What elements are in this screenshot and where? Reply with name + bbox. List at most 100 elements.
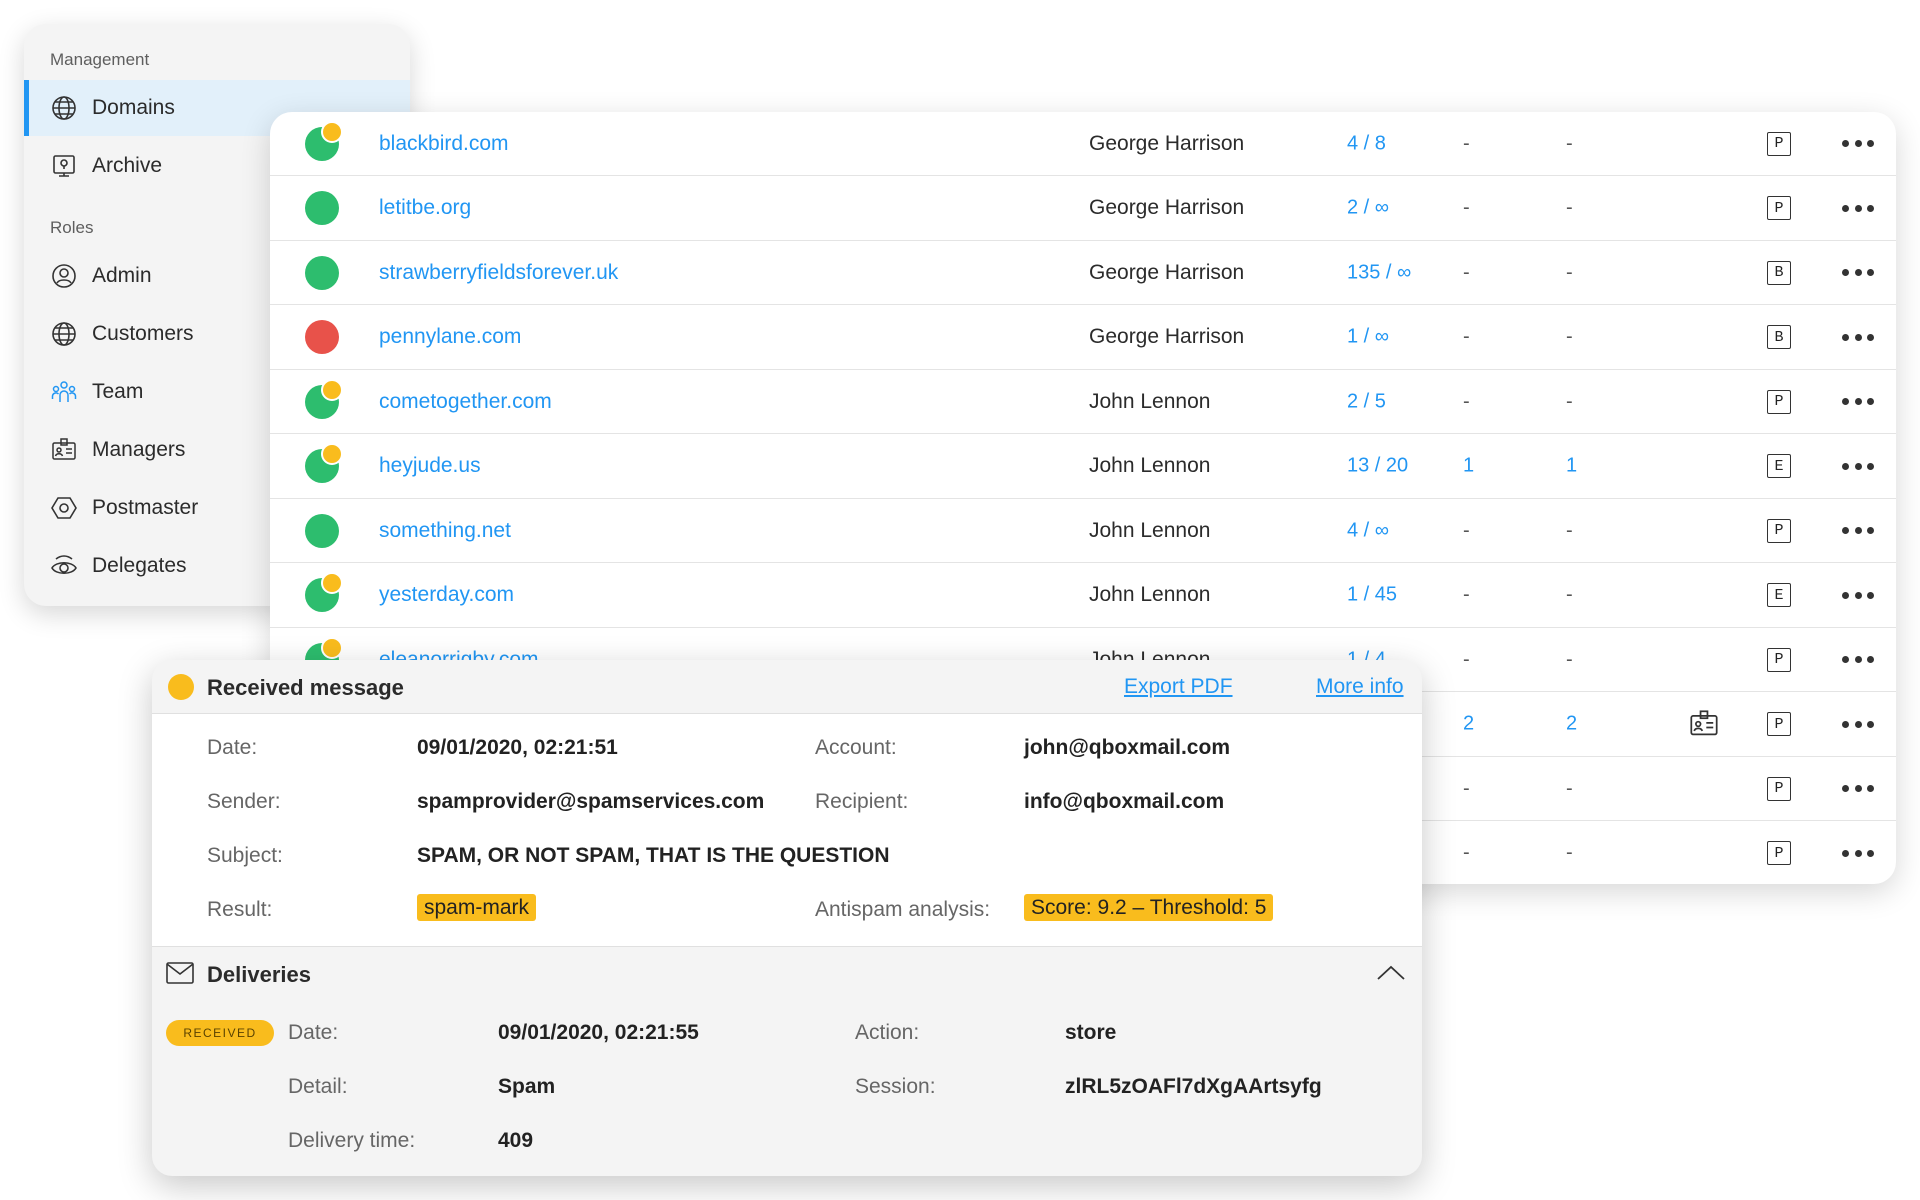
count-cell[interactable]: 2 — [1463, 713, 1474, 736]
sidebar-item-label: Postmaster — [92, 496, 198, 520]
table-row[interactable]: blackbird.comGeorge Harrison4 / 8--P — [270, 112, 1896, 176]
more-options-icon[interactable] — [1842, 782, 1874, 796]
warning-badge — [321, 572, 343, 594]
count-cell[interactable]: 2 — [1566, 713, 1577, 736]
domain-link[interactable]: blackbird.com — [379, 132, 509, 156]
count-cell: - — [1463, 584, 1470, 607]
more-options-icon[interactable] — [1842, 459, 1874, 473]
recipient-value: info@qboxmail.com — [1024, 790, 1224, 814]
status-indicator — [305, 514, 339, 548]
domain-link[interactable]: heyjude.us — [379, 454, 481, 478]
more-options-icon[interactable] — [1842, 395, 1874, 409]
more-dot — [1855, 463, 1862, 470]
warning-badge — [321, 637, 343, 659]
status-dot — [168, 674, 194, 700]
more-info-link[interactable]: More info — [1316, 675, 1404, 699]
table-row[interactable]: yesterday.comJohn Lennon1 / 45--E — [270, 564, 1896, 628]
domain-link[interactable]: pennylane.com — [379, 325, 521, 349]
received-message-panel: Received message Export PDF More info Da… — [152, 660, 1422, 1176]
status-indicator — [305, 320, 339, 354]
count-cell: - — [1463, 648, 1470, 671]
mailbox-quota[interactable]: 135 / ∞ — [1347, 261, 1411, 284]
more-dot — [1855, 205, 1862, 212]
table-row[interactable]: heyjude.usJohn Lennon13 / 2011E — [270, 435, 1896, 499]
more-dot — [1867, 592, 1874, 599]
delivery-date-value: 09/01/2020, 02:21:55 — [498, 1021, 699, 1045]
mailbox-quota[interactable]: 13 / 20 — [1347, 455, 1408, 478]
message-title: Received message — [207, 675, 404, 701]
table-row[interactable]: cometogether.comJohn Lennon2 / 5--P — [270, 370, 1896, 434]
delivery-time-value: 409 — [498, 1129, 533, 1153]
more-dot — [1867, 334, 1874, 341]
more-options-icon[interactable] — [1842, 201, 1874, 215]
table-row[interactable]: something.netJohn Lennon4 / ∞--P — [270, 499, 1896, 563]
session-value: zlRL5zOAFl7dXgAArtsyfg — [1065, 1075, 1322, 1099]
domain-link[interactable]: something.net — [379, 519, 511, 543]
count-cell: - — [1566, 519, 1573, 542]
sender-label: Sender: — [207, 790, 281, 814]
count-cell: - — [1463, 326, 1470, 349]
globe-icon — [50, 94, 78, 122]
domain-link[interactable]: yesterday.com — [379, 583, 514, 607]
more-options-icon[interactable] — [1842, 330, 1874, 344]
count-cell: - — [1566, 584, 1573, 607]
plan-badge: P — [1767, 841, 1791, 865]
result-cell: spam-mark — [417, 896, 536, 920]
domain-link[interactable]: cometogether.com — [379, 390, 552, 414]
count-cell: - — [1566, 197, 1573, 220]
owner-name: George Harrison — [1089, 261, 1244, 285]
more-options-icon[interactable] — [1842, 717, 1874, 731]
mailbox-quota[interactable]: 1 / ∞ — [1347, 326, 1389, 349]
mailbox-quota[interactable]: 4 / 8 — [1347, 132, 1386, 155]
domain-link[interactable]: strawberryfieldsforever.uk — [379, 261, 618, 285]
table-row[interactable]: strawberryfieldsforever.uk George Harriso… — [270, 241, 1896, 305]
more-options-icon[interactable] — [1842, 137, 1874, 151]
subject-value: SPAM, OR NOT SPAM, THAT IS THE QUESTION — [417, 844, 890, 868]
more-dot — [1842, 140, 1849, 147]
more-dot — [1867, 463, 1874, 470]
count-cell: - — [1463, 842, 1470, 865]
plan-badge: E — [1767, 583, 1791, 607]
warning-badge — [321, 443, 343, 465]
more-dot — [1867, 656, 1874, 663]
plan-badge: P — [1767, 648, 1791, 672]
more-options-icon[interactable] — [1842, 266, 1874, 280]
count-cell: - — [1463, 390, 1470, 413]
id-card-icon — [50, 436, 78, 464]
table-row[interactable]: letitbe.orgGeorge Harrison2 / ∞--P — [270, 177, 1896, 241]
domain-link[interactable]: letitbe.org — [379, 196, 471, 220]
mailbox-quota[interactable]: 1 / 45 — [1347, 584, 1397, 607]
more-dot — [1867, 785, 1874, 792]
table-row[interactable]: pennylane.comGeorge Harrison1 / ∞--B — [270, 306, 1896, 370]
mailbox-quota[interactable]: 4 / ∞ — [1347, 519, 1389, 542]
mailbox-quota[interactable]: 2 / 5 — [1347, 390, 1386, 413]
mailbox-quota[interactable]: 2 / ∞ — [1347, 197, 1389, 220]
more-options-icon[interactable] — [1842, 653, 1874, 667]
more-dot — [1855, 721, 1862, 728]
count-cell: - — [1463, 261, 1470, 284]
count-cell: - — [1566, 648, 1573, 671]
chevron-up-icon[interactable] — [1376, 962, 1406, 984]
owner-name: John Lennon — [1089, 519, 1210, 543]
plan-badge: B — [1767, 261, 1791, 285]
more-dot — [1867, 398, 1874, 405]
more-options-icon[interactable] — [1842, 524, 1874, 538]
team-icon — [50, 378, 78, 406]
count-cell: - — [1566, 390, 1573, 413]
count-cell[interactable]: 1 — [1463, 455, 1474, 478]
antispam-highlight: Score: 9.2 – Threshold: 5 — [1024, 894, 1273, 921]
more-options-icon[interactable] — [1842, 588, 1874, 602]
subject-label: Subject: — [207, 844, 283, 868]
delivery-date-label: Date: — [288, 1021, 338, 1045]
status-indicator — [305, 578, 339, 612]
id-card-icon[interactable] — [1689, 709, 1719, 739]
status-indicator — [305, 256, 339, 290]
count-cell[interactable]: 1 — [1566, 455, 1577, 478]
status-dot — [305, 514, 339, 548]
deliveries-header[interactable]: Deliveries — [152, 946, 1422, 1002]
session-label: Session: — [855, 1075, 936, 1099]
more-dot — [1842, 205, 1849, 212]
more-options-icon[interactable] — [1842, 846, 1874, 860]
plan-badge: P — [1767, 777, 1791, 801]
export-pdf-link[interactable]: Export PDF — [1124, 675, 1233, 699]
